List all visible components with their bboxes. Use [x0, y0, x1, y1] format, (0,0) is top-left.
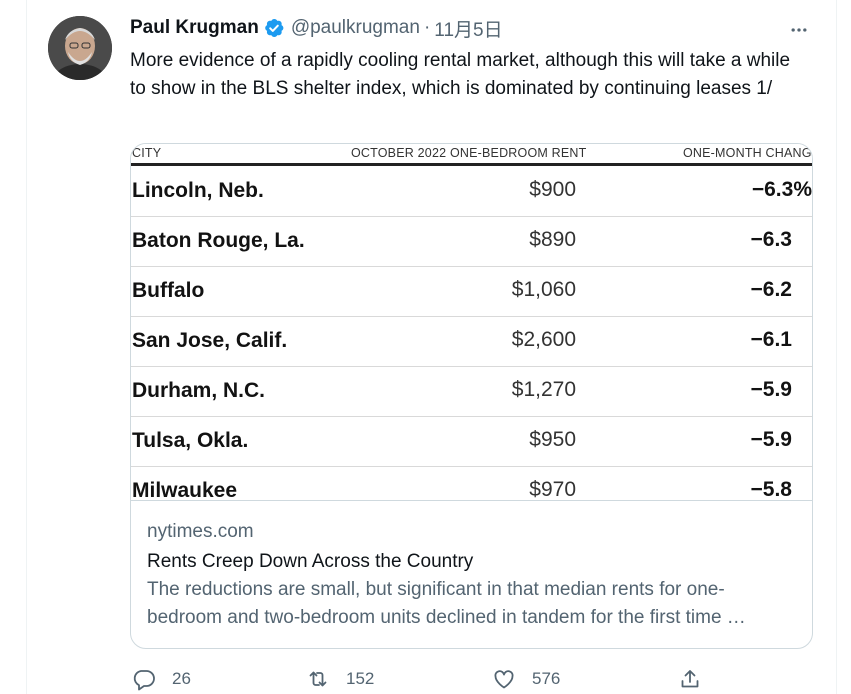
cell-change: −6.3: [750, 228, 792, 251]
cell-city: San Jose, Calif.: [132, 329, 288, 352]
cell-rent: $2,600: [511, 328, 576, 351]
card-title: Rents Creep Down Across the Country: [147, 551, 474, 572]
retweet-icon: [309, 671, 327, 687]
cell-change: −6.1: [750, 328, 792, 351]
table-row: Tulsa, Okla. $950 −5.9: [131, 417, 812, 467]
cell-city: Milwaukee: [132, 479, 238, 501]
link-card[interactable]: CITY OCTOBER 2022 ONE-BEDROOM RENT ONE-M…: [130, 143, 813, 649]
card-table-image: CITY OCTOBER 2022 ONE-BEDROOM RENT ONE-M…: [131, 144, 812, 501]
cell-rent: $1,270: [511, 378, 576, 401]
timeline-left-border: [26, 0, 27, 694]
verified-badge-icon: [263, 17, 285, 39]
table-row: Lincoln, Neb. $900 −6.3%: [131, 167, 812, 217]
header-separator: ·: [423, 17, 431, 38]
share-icon: [681, 670, 699, 688]
tweet-date[interactable]: 11月5日: [434, 15, 502, 42]
card-domain: nytimes.com: [147, 521, 254, 542]
retweet-button[interactable]: 152: [306, 664, 374, 694]
cell-change: −6.3%: [751, 178, 812, 201]
table-row: Baton Rouge, La. $890 −6.3: [131, 217, 812, 267]
cell-rent: $950: [529, 428, 576, 451]
tweet-header: Paul Krugman @paulkrugman · 11月5日: [130, 14, 503, 42]
cell-city: Lincoln, Neb.: [132, 179, 264, 202]
tweet-text: More evidence of a rapidly cooling renta…: [130, 50, 791, 99]
cell-change: −6.2: [750, 278, 792, 301]
more-options-icon: [791, 28, 807, 32]
cell-change: −5.9: [750, 428, 792, 451]
table-header-rent: OCTOBER 2022 ONE-BEDROOM RENT: [351, 146, 587, 160]
reply-count: 26: [172, 669, 191, 688]
tweet-actions: 26 152 576: [130, 664, 710, 694]
table-row: Buffalo $1,060 −6.2: [131, 267, 812, 317]
cell-change: −5.9: [750, 378, 792, 401]
cell-rent: $900: [529, 178, 576, 201]
cell-city: Buffalo: [132, 279, 205, 302]
author-handle[interactable]: @paulkrugman: [291, 17, 420, 39]
reply-button[interactable]: 26: [132, 664, 191, 694]
timeline-right-border: [836, 0, 837, 694]
table-header-change: ONE-MONTH CHANGE: [683, 146, 812, 160]
cell-city: Durham, N.C.: [132, 379, 266, 402]
cell-city: Tulsa, Okla.: [132, 429, 249, 452]
table-row: Milwaukee $970 −5.8: [131, 467, 812, 501]
card-meta: nytimes.com Rents Creep Down Across the …: [147, 520, 797, 632]
cell-city: Baton Rouge, La.: [132, 229, 305, 252]
retweet-count: 152: [346, 669, 375, 688]
like-count: 576: [532, 669, 561, 688]
reply-icon: [133, 670, 155, 691]
more-options-button[interactable]: [786, 18, 812, 42]
table-header-city: CITY: [132, 146, 162, 160]
author-name[interactable]: Paul Krugman: [130, 17, 259, 39]
cell-change: −5.8: [750, 478, 792, 501]
card-description: The reductions are small, but significan…: [147, 579, 746, 628]
like-icon: [494, 670, 514, 689]
cell-rent: $890: [529, 228, 576, 251]
table-header-rule: [131, 163, 812, 166]
cell-rent: $1,060: [511, 278, 576, 301]
author-avatar[interactable]: [48, 16, 112, 80]
cell-rent: $970: [529, 478, 576, 501]
like-button[interactable]: 576: [492, 664, 560, 694]
table-row: Durham, N.C. $1,270 −5.9: [131, 367, 812, 417]
table-row: San Jose, Calif. $2,600 −6.1: [131, 317, 812, 367]
share-button[interactable]: [678, 664, 702, 694]
avatar-photo: [48, 16, 112, 80]
